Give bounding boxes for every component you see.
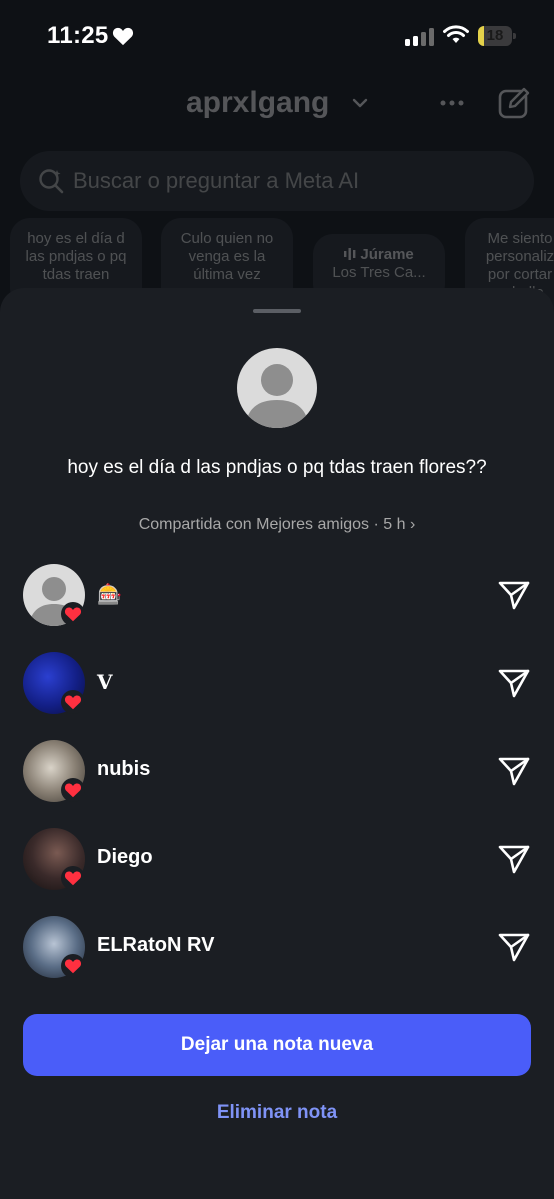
cellular-signal-icon	[405, 28, 435, 46]
heart-reaction-badge	[61, 778, 85, 802]
meta-ai-search-icon	[39, 169, 64, 194]
account-switcher-title[interactable]: aprxlgang	[186, 86, 329, 120]
music-bars-icon	[344, 248, 356, 260]
status-time: 11:25	[47, 22, 109, 49]
heart-icon	[64, 695, 82, 710]
new-note-button[interactable]: Dejar una nota nueva	[23, 1014, 531, 1076]
status-bar: 11:25 18	[0, 0, 554, 74]
search-placeholder: Buscar o preguntar a Meta AI	[73, 168, 360, 193]
heart-icon	[112, 27, 134, 46]
username[interactable]: ELRatoN RV	[97, 934, 214, 957]
note-content: hoy es el día d las pndjas o pq tdas tra…	[67, 457, 487, 478]
heart-reaction-badge	[61, 866, 85, 890]
more-options-icon[interactable]	[440, 100, 464, 106]
reaction-row[interactable]: Diego	[0, 828, 554, 916]
chevron-down-icon[interactable]	[352, 97, 368, 109]
delete-note-button[interactable]: Eliminar nota	[0, 1102, 554, 1124]
heart-reaction-badge	[61, 690, 85, 714]
heart-reaction-badge	[61, 602, 85, 626]
reaction-row[interactable]: nubis	[0, 740, 554, 828]
username[interactable]: nubis	[97, 758, 150, 781]
send-icon[interactable]	[497, 578, 531, 612]
search-bar[interactable]: Buscar o preguntar a Meta AI	[20, 151, 534, 211]
my-avatar	[237, 348, 317, 428]
send-icon[interactable]	[497, 754, 531, 788]
send-icon[interactable]	[497, 930, 531, 964]
music-artist: Los Tres Ca...	[332, 264, 426, 281]
music-title: Júrame	[360, 246, 414, 263]
compose-icon[interactable]	[497, 86, 531, 120]
send-icon[interactable]	[497, 666, 531, 700]
note-text: hoy es el día d las pndjas o pq tdas tra…	[25, 230, 127, 283]
send-icon[interactable]	[497, 842, 531, 876]
audience-info-link[interactable]: Compartida con Mejores amigos · 5 h ›	[0, 516, 554, 534]
wifi-icon	[443, 25, 469, 43]
heart-icon	[64, 959, 82, 974]
battery-indicator: 18	[478, 26, 516, 46]
note-details-sheet: hoy es el día d las pndjas o pq tdas tra…	[0, 288, 554, 1199]
heart-icon	[64, 783, 82, 798]
reaction-row[interactable]: V	[0, 652, 554, 740]
username[interactable]: Diego	[97, 846, 153, 869]
heart-reaction-badge	[61, 954, 85, 978]
sheet-grabber[interactable]	[253, 309, 301, 313]
reaction-row[interactable]: ELRatoN RV	[0, 916, 554, 1004]
battery-level: 18	[486, 27, 504, 44]
heart-icon	[64, 871, 82, 886]
note-text: Culo quien no venga es la última vez	[180, 230, 274, 283]
username[interactable]: V	[97, 670, 113, 694]
username[interactable]: 🎰	[97, 582, 122, 607]
heart-icon	[64, 607, 82, 622]
reaction-row[interactable]: 🎰	[0, 564, 554, 652]
